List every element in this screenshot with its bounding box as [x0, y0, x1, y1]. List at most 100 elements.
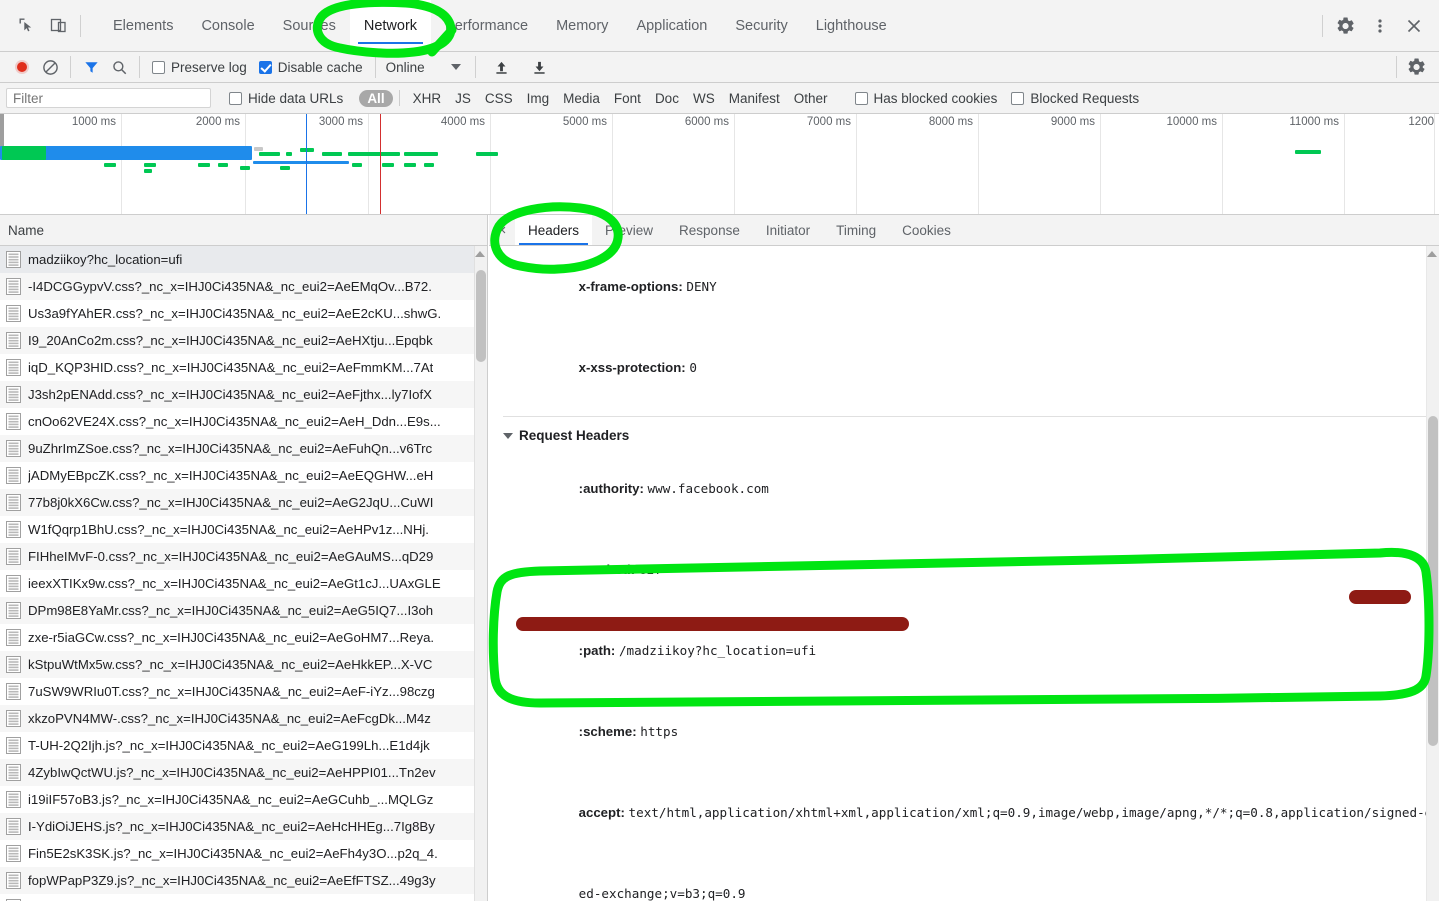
- filter-toggle-icon[interactable]: [77, 54, 105, 80]
- filter-type-other[interactable]: Other: [787, 90, 835, 107]
- inspect-element-icon[interactable]: [10, 10, 42, 42]
- header-row-authority[interactable]: :authority: www.facebook.com: [489, 448, 1439, 529]
- disable-cache-checkbox[interactable]: Disable cache: [258, 60, 363, 75]
- tab-elements[interactable]: Elements: [99, 0, 187, 51]
- request-row-5[interactable]: J3sh2pENAdd.css?_nc_x=IHJ0Ci435NA&_nc_eu…: [0, 381, 487, 408]
- document-icon: [6, 440, 21, 457]
- filter-type-manifest[interactable]: Manifest: [722, 90, 787, 107]
- record-button[interactable]: [8, 54, 36, 80]
- request-row-15[interactable]: kStpuWtMx5w.css?_nc_x=IHJ0Ci435NA&_nc_eu…: [0, 651, 487, 678]
- overview-request-bar: [404, 163, 416, 167]
- filter-type-js[interactable]: JS: [448, 90, 478, 107]
- request-row-7[interactable]: 9uZhrImZSoe.css?_nc_x=IHJ0Ci435NA&_nc_eu…: [0, 435, 487, 462]
- detail-tab-response[interactable]: Response: [666, 215, 753, 245]
- request-row-17[interactable]: xkzoPVN4MW-.css?_nc_x=IHJ0Ci435NA&_nc_eu…: [0, 705, 487, 732]
- filter-type-img[interactable]: Img: [520, 90, 557, 107]
- header-value: /madziikoy?hc_location=ufi: [618, 643, 817, 658]
- detail-tab-timing[interactable]: Timing: [823, 215, 889, 245]
- request-row-10[interactable]: W1fQqrp1BhU.css?_nc_x=IHJ0Ci435NA&_nc_eu…: [0, 516, 487, 543]
- request-row-6[interactable]: cnOo62VE24X.css?_nc_x=IHJ0Ci435NA&_nc_eu…: [0, 408, 487, 435]
- request-row-4[interactable]: iqD_KQP3HID.css?_nc_x=IHJ0Ci435NA&_nc_eu…: [0, 354, 487, 381]
- overview-request-bar: [476, 152, 498, 156]
- request-row-12[interactable]: ieexXTIKx9w.css?_nc_x=IHJ0Ci435NA&_nc_eu…: [0, 570, 487, 597]
- request-row-13[interactable]: DPm98E8YaMr.css?_nc_x=IHJ0Ci435NA&_nc_eu…: [0, 597, 487, 624]
- request-row-19[interactable]: 4ZybIwQctWU.js?_nc_x=IHJ0Ci435NA&_nc_eui…: [0, 759, 487, 786]
- filter-type-media[interactable]: Media: [556, 90, 607, 107]
- overview-request-bar: [198, 163, 210, 167]
- tab-memory[interactable]: Memory: [542, 0, 622, 51]
- clear-button[interactable]: [36, 54, 64, 80]
- network-settings-gear-icon[interactable]: [1403, 54, 1431, 80]
- request-row-24[interactable]: -IftmLYU-gL.js?_nc_x=IHJ0Ci435NA&_nc_eui…: [0, 894, 487, 901]
- section-divider: [503, 416, 1439, 417]
- request-row-11[interactable]: FIHheIMvF-0.css?_nc_x=IHJ0Ci435NA&_nc_eu…: [0, 543, 487, 570]
- more-options-icon[interactable]: [1363, 9, 1397, 43]
- request-row-8[interactable]: jADMyEBpcZK.css?_nc_x=IHJ0Ci435NA&_nc_eu…: [0, 462, 487, 489]
- has-blocked-cookies-label: Has blocked cookies: [873, 90, 998, 106]
- request-row-0[interactable]: madziikoy?hc_location=ufi: [0, 246, 487, 273]
- tab-sources[interactable]: Sources: [269, 0, 350, 51]
- document-icon: [6, 251, 21, 268]
- settings-gear-icon[interactable]: [1329, 9, 1363, 43]
- tab-security[interactable]: Security: [721, 0, 801, 51]
- header-row-x-xss-protection[interactable]: x-xss-protection: 0: [489, 327, 1439, 408]
- request-row-21[interactable]: I-YdiOiJEHS.js?_nc_x=IHJ0Ci435NA&_nc_eui…: [0, 813, 487, 840]
- network-overview-timeline[interactable]: 1000 ms 2000 ms 3000 ms 4000 ms 5000 ms …: [0, 114, 1439, 215]
- request-headers-section-title[interactable]: Request Headers: [489, 423, 1439, 448]
- filter-type-all[interactable]: All: [359, 89, 393, 107]
- has-blocked-cookies-checkbox[interactable]: Has blocked cookies: [854, 90, 998, 106]
- request-rows[interactable]: madziikoy?hc_location=ufi -I4DCGGypvV.cs…: [0, 246, 487, 901]
- detail-tab-cookies[interactable]: Cookies: [889, 215, 964, 245]
- request-row-20[interactable]: i19iIF57oB3.js?_nc_x=IHJ0Ci435NA&_nc_eui…: [0, 786, 487, 813]
- request-row-2[interactable]: Us3a9fYAhER.css?_nc_x=IHJ0Ci435NA&_nc_eu…: [0, 300, 487, 327]
- header-row-scheme[interactable]: :scheme: https: [489, 691, 1439, 772]
- tab-lighthouse[interactable]: Lighthouse: [802, 0, 901, 51]
- filter-type-xhr[interactable]: XHR: [406, 90, 449, 107]
- preserve-log-checkbox[interactable]: Preserve log: [152, 60, 247, 75]
- request-list-scrollbar[interactable]: [474, 246, 487, 901]
- filter-type-css[interactable]: CSS: [478, 90, 520, 107]
- request-row-16[interactable]: 7uSW9WRIu0T.css?_nc_x=IHJ0Ci435NA&_nc_eu…: [0, 678, 487, 705]
- request-row-1[interactable]: -I4DCGGypvV.css?_nc_x=IHJ0Ci435NA&_nc_eu…: [0, 273, 487, 300]
- header-row-accept[interactable]: accept: text/html,application/xhtml+xml,…: [489, 772, 1439, 853]
- request-row-23[interactable]: fopWPapP3Z9.js?_nc_x=IHJ0Ci435NA&_nc_eui…: [0, 867, 487, 894]
- filter-type-font[interactable]: Font: [607, 90, 648, 107]
- checkbox-box: [1011, 91, 1025, 105]
- overview-tick-label: 6000 ms: [684, 116, 729, 128]
- detail-tab-initiator[interactable]: Initiator: [753, 215, 823, 245]
- toolbar-divider: [474, 56, 476, 78]
- tab-network[interactable]: Network: [349, 0, 432, 51]
- search-icon[interactable]: [105, 54, 133, 80]
- tab-console[interactable]: Console: [187, 0, 268, 51]
- section-label: Request Headers: [519, 428, 630, 443]
- close-devtools-icon[interactable]: [1397, 9, 1431, 43]
- filter-type-doc[interactable]: Doc: [648, 90, 686, 107]
- scroll-up-arrow-icon[interactable]: [475, 251, 485, 257]
- header-row-method[interactable]: :method: GET: [489, 529, 1439, 610]
- filter-type-ws[interactable]: WS: [686, 90, 722, 107]
- request-row-18[interactable]: T-UH-2Q2Ijh.js?_nc_x=IHJ0Ci435NA&_nc_eui…: [0, 732, 487, 759]
- hide-data-urls-checkbox[interactable]: Hide data URLs: [229, 91, 343, 106]
- request-row-22[interactable]: Fin5E2sK3SK.js?_nc_x=IHJ0Ci435NA&_nc_eui…: [0, 840, 487, 867]
- detail-tab-headers[interactable]: Headers: [515, 215, 593, 245]
- detail-scrollbar[interactable]: [1426, 246, 1439, 901]
- request-row-9[interactable]: 77b8j0kX6Cw.css?_nc_x=IHJ0Ci435NA&_nc_eu…: [0, 489, 487, 516]
- request-row-14[interactable]: zxe-r5iaGCw.css?_nc_x=IHJ0Ci435NA&_nc_eu…: [0, 624, 487, 651]
- toolbar-divider: [139, 56, 140, 78]
- filter-input[interactable]: [6, 88, 211, 108]
- throttling-select[interactable]: Online: [386, 60, 461, 75]
- header-row-x-frame-options[interactable]: x-frame-options: DENY: [489, 246, 1439, 327]
- request-row-3[interactable]: I9_20AnCo2m.css?_nc_x=IHJ0Ci435NA&_nc_eu…: [0, 327, 487, 354]
- export-har-icon[interactable]: [526, 54, 554, 80]
- tab-performance[interactable]: Performance: [431, 0, 542, 51]
- device-toolbar-icon[interactable]: [42, 10, 74, 42]
- scrollbar-thumb[interactable]: [1428, 416, 1438, 746]
- header-value: https: [640, 724, 679, 739]
- scrollbar-thumb[interactable]: [476, 270, 486, 362]
- tab-application[interactable]: Application: [622, 0, 721, 51]
- close-detail-icon[interactable]: ×: [489, 215, 515, 245]
- scroll-up-arrow-icon[interactable]: [1427, 251, 1437, 257]
- import-har-icon[interactable]: [488, 54, 516, 80]
- blocked-requests-checkbox[interactable]: Blocked Requests: [1011, 91, 1139, 106]
- detail-tab-preview[interactable]: Preview: [592, 215, 666, 245]
